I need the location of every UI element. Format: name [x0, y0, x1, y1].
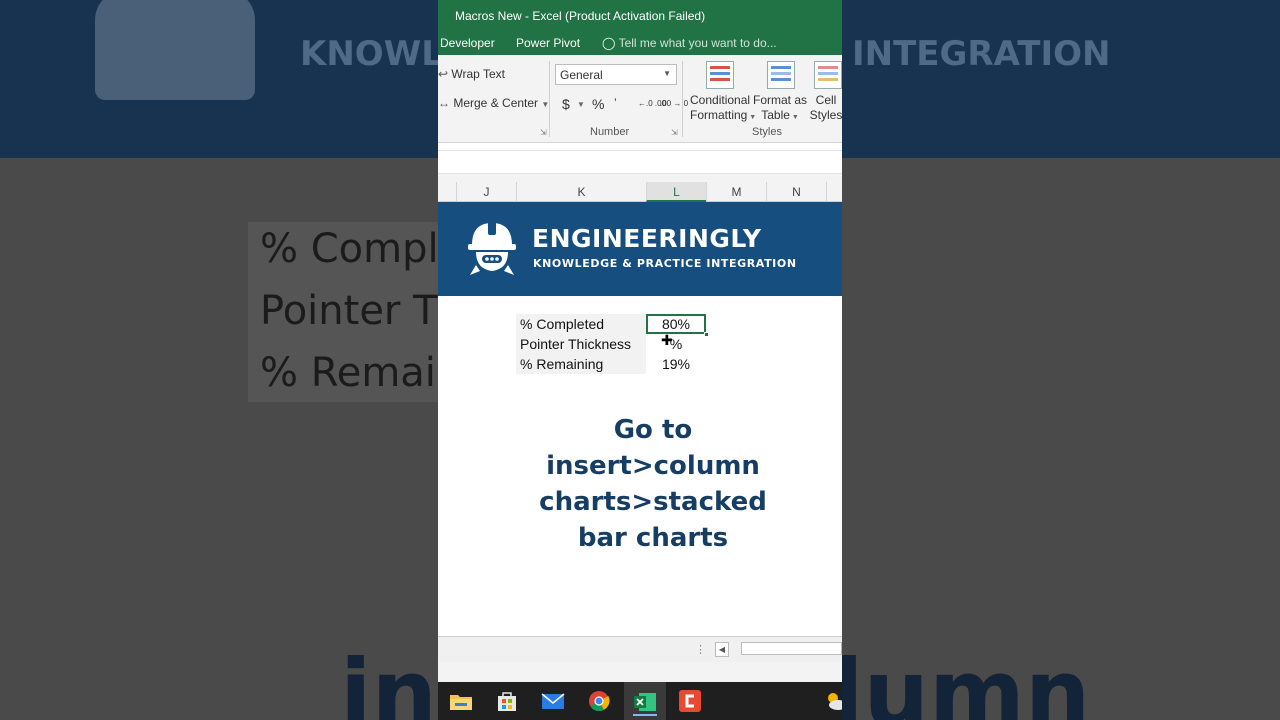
ribbon-tabs: Developer Power Pivot ◯ Tell me what you…	[438, 31, 842, 55]
screen-recorder-icon[interactable]	[678, 690, 702, 712]
wrap-text-label: Wrap Text	[451, 67, 505, 81]
cell-styles-label: Cell	[815, 93, 837, 107]
group-separator	[682, 61, 683, 137]
wrap-text-icon: ↩	[438, 67, 449, 81]
column-header-m[interactable]: M	[706, 182, 766, 202]
tell-me-label: Tell me what you want to do...	[618, 36, 777, 50]
caption-line: Go to	[613, 415, 693, 445]
chevron-down-icon[interactable]: ▼	[577, 100, 585, 109]
format-as-table-label: Table	[761, 108, 790, 122]
tab-power-pivot[interactable]: Power Pivot	[516, 36, 580, 50]
window-title: Macros New - Excel (Product Activation F…	[455, 9, 706, 23]
cell-value[interactable]: 19%	[646, 354, 706, 374]
conditional-formatting-label: Conditional	[690, 93, 751, 107]
lightbulb-icon: ◯	[602, 36, 616, 50]
background-banner: KNOWL	[0, 0, 438, 158]
background-label: Pointer T	[260, 288, 438, 334]
conditional-formatting-button[interactable]: Conditional Formatting ▼	[690, 93, 756, 125]
conditional-formatting-icon[interactable]	[706, 61, 734, 89]
background-body	[842, 158, 1280, 720]
hardhat-logo-icon	[468, 221, 516, 275]
scroll-left-arrow-icon[interactable]: ◀	[715, 642, 729, 657]
scroll-split-handle[interactable]: ⋮	[695, 643, 706, 656]
background-left: KNOWL % Compl Pointer T % Remai ins	[0, 0, 438, 720]
tell-me-search[interactable]: ◯ Tell me what you want to do...	[602, 36, 777, 50]
cell-label[interactable]: Pointer Thickness	[516, 334, 646, 354]
cell-cursor-icon: ✚	[661, 332, 673, 348]
background-banner: INTEGRATION	[842, 0, 1280, 158]
column-header-j[interactable]: J	[456, 182, 516, 202]
cell-label[interactable]: % Remaining	[516, 354, 646, 374]
caption-line: charts>stacked	[539, 487, 767, 517]
caption-line: bar charts	[577, 523, 729, 553]
column-header-o[interactable]	[826, 182, 842, 202]
styles-group-label: Styles	[752, 126, 782, 138]
wrap-text-button[interactable]: ↩ Wrap Text	[438, 67, 505, 81]
formula-gap	[438, 174, 842, 182]
number-format-select[interactable]: General ▼	[555, 64, 677, 85]
horizontal-scrollbar[interactable]: ⋮ ◀	[438, 636, 842, 662]
background-right: INTEGRATION lumn	[842, 0, 1280, 720]
group-separator	[549, 61, 550, 137]
conditional-formatting-label: Formatting	[690, 108, 748, 122]
background-label: % Compl	[260, 226, 438, 272]
number-group-label: Number	[590, 126, 630, 138]
merge-center-icon: ↔	[438, 96, 450, 110]
mail-icon[interactable]	[541, 690, 565, 712]
scroll-track[interactable]	[741, 642, 842, 655]
background-band-text: INTEGRATION	[852, 34, 1111, 74]
background-band-text: KNOWL	[300, 34, 438, 74]
cell-value-selected[interactable]: 80%	[646, 314, 706, 334]
currency-button[interactable]: $	[562, 96, 570, 112]
background-caption: ins	[340, 640, 438, 720]
brand-name: ENGINEERINGLY	[532, 224, 762, 253]
background-caption: lumn	[842, 640, 1091, 720]
number-format-value: General	[560, 68, 603, 82]
merge-center-button[interactable]: ↔ Merge & Center ▼	[438, 96, 549, 110]
formula-bar[interactable]	[438, 150, 842, 174]
alignment-launcher-icon[interactable]: ⇲	[540, 128, 547, 137]
chrome-icon[interactable]	[587, 690, 611, 712]
title-bar: Macros New - Excel (Product Activation F…	[438, 0, 842, 31]
excel-window: Macros New - Excel (Product Activation F…	[438, 0, 842, 720]
chevron-down-icon: ▼	[789, 114, 799, 121]
excel-icon[interactable]	[633, 690, 657, 716]
format-as-table-label: Format as	[752, 93, 807, 107]
caption-line: insert>column	[546, 451, 760, 481]
taskbar-active-app[interactable]	[624, 682, 666, 720]
number-launcher-icon[interactable]: ⇲	[671, 128, 678, 137]
weather-icon[interactable]	[824, 690, 842, 712]
taskbar	[438, 682, 842, 720]
ribbon: ↩ Wrap Text ↔ Merge & Center ▼ ⇲ General…	[438, 55, 842, 143]
cell-styles-button[interactable]: Cell Styles	[808, 93, 842, 123]
merge-center-label: Merge & Center	[453, 96, 539, 110]
background-logo	[95, 0, 255, 100]
instruction-caption: Go to insert>column charts>stacked bar c…	[523, 412, 783, 556]
cell-styles-icon[interactable]	[814, 61, 842, 89]
engineeringly-banner: ENGINEERINGLY KNOWLEDGE & PRACTICE INTEG…	[438, 202, 842, 296]
comma-style-button[interactable]: ’	[614, 96, 617, 110]
format-as-table-button[interactable]: Format as Table ▼	[752, 93, 808, 125]
cell-styles-label: Styles	[809, 108, 842, 122]
column-headers: J K L M N	[438, 182, 842, 202]
status-bar	[438, 662, 842, 682]
column-header-k[interactable]: K	[516, 182, 646, 202]
column-header-l[interactable]: L	[646, 182, 706, 202]
decrease-decimal-button[interactable]: .00 →.0	[660, 99, 688, 108]
cell-value[interactable]: %	[646, 334, 706, 354]
file-explorer-icon[interactable]	[449, 690, 473, 712]
background-label: % Remai	[260, 350, 436, 396]
percent-button[interactable]: %	[592, 96, 604, 112]
chevron-down-icon: ▼	[663, 69, 671, 78]
format-as-table-icon[interactable]	[767, 61, 795, 89]
fill-handle[interactable]	[704, 332, 709, 337]
brand-tagline: KNOWLEDGE & PRACTICE INTEGRATION	[533, 257, 797, 270]
tab-developer[interactable]: Developer	[440, 36, 495, 50]
microsoft-store-icon[interactable]	[495, 690, 519, 712]
column-header-n[interactable]: N	[766, 182, 826, 202]
worksheet-area[interactable]: % Completed 80% Pointer Thickness % % Re…	[438, 296, 842, 636]
cell-label[interactable]: % Completed	[516, 314, 646, 334]
